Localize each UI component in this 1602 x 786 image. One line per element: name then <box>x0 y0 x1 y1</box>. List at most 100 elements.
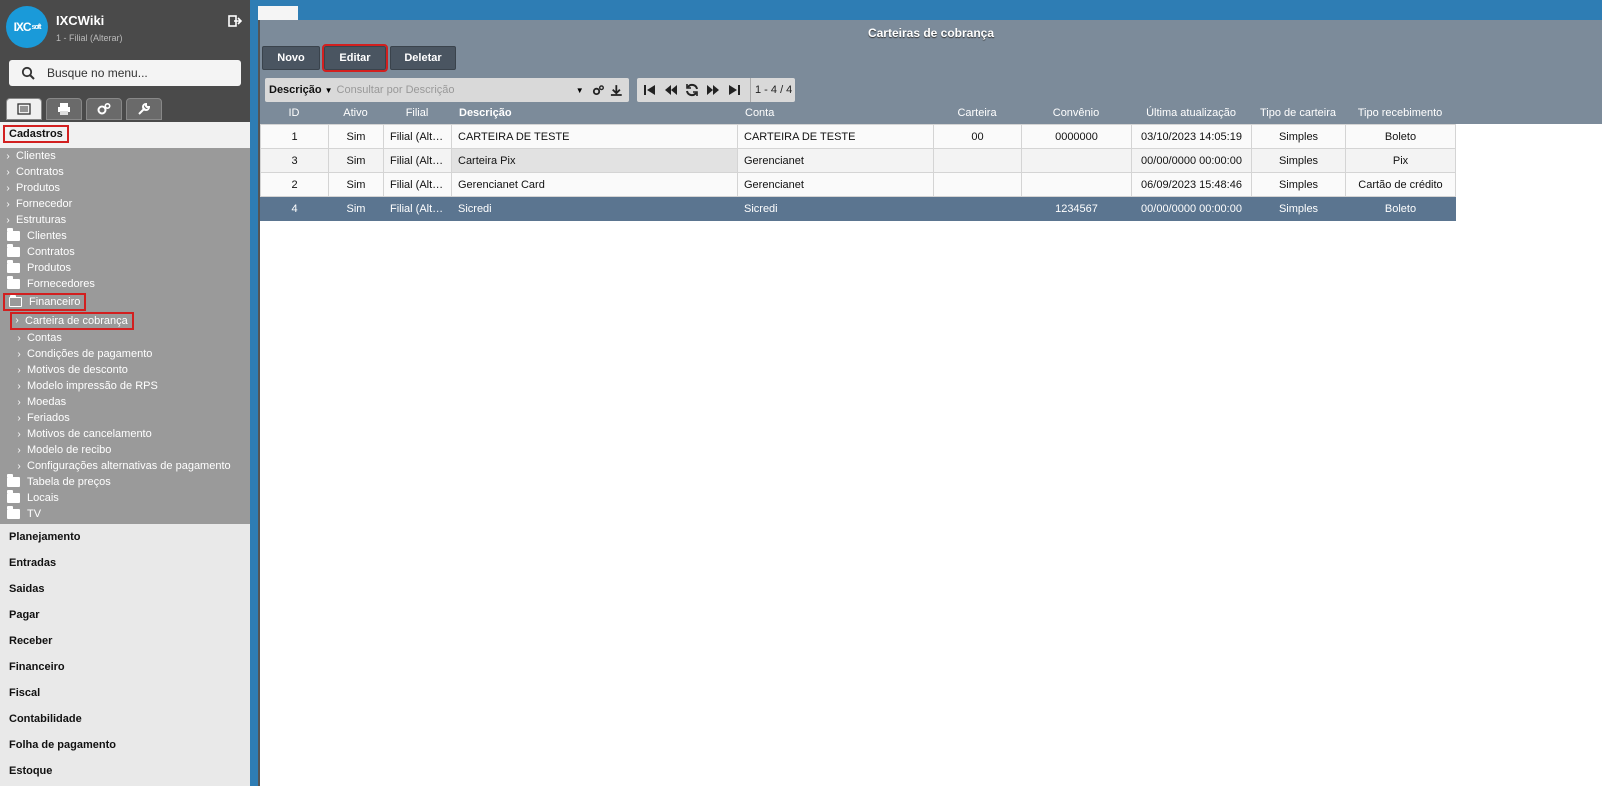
table-cell: Carteira Pix <box>451 148 738 173</box>
menu-item-label: Modelo impressão de RPS <box>27 380 158 392</box>
cadastros-title[interactable]: Cadastros <box>0 122 250 148</box>
folder-icon <box>7 474 20 487</box>
menu-section[interactable]: Saidas <box>0 576 250 602</box>
search-input[interactable]: Consultar por Descrição <box>337 84 576 96</box>
table-cell: Simples <box>1251 124 1346 149</box>
chevron-right-icon: › <box>17 380 21 392</box>
table-cell: Simples <box>1251 196 1346 221</box>
menu-item[interactable]: › Motivos de cancelamento <box>0 426 250 442</box>
menu-item[interactable]: › Feriados <box>0 410 250 426</box>
app-root: IXC soft IXCWiki 1 - Filial (Alterar) Bus… <box>0 0 1602 786</box>
table-row[interactable]: 2 Sim Filial (Alterar) Gerencianet Card Gere… <box>260 172 1456 197</box>
last-page-icon[interactable] <box>727 83 741 97</box>
table-row[interactable]: 3 Sim Filial (Alterar) Carteira Pix Gerencia… <box>260 148 1456 173</box>
column-header[interactable]: Conta <box>737 102 933 124</box>
next-page-icon[interactable] <box>706 83 720 97</box>
menu-section[interactable]: Receber <box>0 628 250 654</box>
column-header[interactable]: Convênio <box>1021 102 1131 124</box>
menu-item-label: TV <box>27 508 42 520</box>
menu-item[interactable]: Clientes <box>0 228 250 244</box>
menu-item[interactable]: › Motivos de desconto <box>0 362 250 378</box>
folder-icon <box>7 506 20 519</box>
table-cell: Sim <box>328 148 384 173</box>
tab-print[interactable] <box>46 98 82 120</box>
column-header[interactable]: Descrição <box>451 102 737 124</box>
table-cell: Sicredi <box>451 196 738 221</box>
menu-item[interactable]: Tabela de preços <box>0 474 250 490</box>
delete-button[interactable]: Deletar <box>390 46 456 70</box>
menu-item-label: Produtos <box>16 182 61 194</box>
menu-item[interactable]: Contratos <box>0 244 250 260</box>
menu-item[interactable]: › Modelo impressão de RPS <box>0 378 250 394</box>
advanced-search-icon[interactable] <box>592 84 605 97</box>
column-header[interactable]: Filial <box>383 102 451 124</box>
table-cell: Filial (Alterar) <box>383 172 452 197</box>
tab-tools[interactable] <box>126 98 162 120</box>
refresh-icon[interactable] <box>685 83 699 97</box>
menu-item[interactable]: Produtos <box>0 260 250 276</box>
menu-section[interactable]: Folha de pagamento <box>0 732 250 758</box>
download-icon[interactable] <box>610 84 623 97</box>
table-cell <box>933 196 1022 221</box>
menu-item[interactable]: › Modelo de recibo <box>0 442 250 458</box>
menu-item[interactable]: › Clientes <box>0 148 250 164</box>
table-row[interactable]: 1 Sim Filial (Alterar) CARTEIRA DE TESTE CAR… <box>260 124 1456 149</box>
new-button[interactable]: Novo <box>262 46 320 70</box>
tab-thumbnail[interactable] <box>258 6 298 20</box>
menu-item[interactable]: › Carteira de cobrança <box>0 311 250 330</box>
menu-item[interactable]: › Contas <box>0 330 250 346</box>
table-cell: 0000000 <box>1021 124 1132 149</box>
menu-item[interactable]: Locais <box>0 490 250 506</box>
menu-item[interactable]: Fornecedores <box>0 276 250 292</box>
menu-item-label: Modelo de recibo <box>27 444 112 456</box>
table-row[interactable]: 4 Sim Filial (Alterar) Sicredi Sicredi 123456… <box>260 196 1456 221</box>
menu-item[interactable]: › Configurações alternativas de pagamento <box>0 458 250 474</box>
menu-item[interactable]: › Produtos <box>0 180 250 196</box>
menu-section[interactable]: Fiscal <box>0 680 250 706</box>
table-cell: Gerencianet Card <box>451 172 738 197</box>
menu-item[interactable]: TV <box>0 506 250 522</box>
menu-item[interactable]: › Fornecedor <box>0 196 250 212</box>
caret-down-icon: ▼ <box>324 85 333 95</box>
column-header[interactable]: ID <box>260 102 328 124</box>
table-cell: 3 <box>260 148 329 173</box>
menu-search-input[interactable]: Busque no menu... <box>9 60 241 86</box>
edit-button[interactable]: Editar <box>322 44 388 72</box>
prev-page-icon[interactable] <box>664 83 678 97</box>
table-cell: Cartão de crédito <box>1345 172 1456 197</box>
chevron-right-icon: › <box>17 348 21 360</box>
column-header[interactable]: Tipo de carteira <box>1251 102 1345 124</box>
menu-item[interactable]: › Estruturas <box>0 212 250 228</box>
tab-cadastros[interactable] <box>6 98 42 120</box>
menu-item-label: Fornecedor <box>16 198 73 210</box>
branch-selector[interactable]: 1 - Filial (Alterar) <box>56 33 123 43</box>
menu-section[interactable]: Entradas <box>0 550 250 576</box>
menu-section[interactable]: Pagar <box>0 602 250 628</box>
menu-section[interactable]: Financeiro <box>0 654 250 680</box>
menu-item[interactable]: Financeiro <box>0 292 250 311</box>
menu-item[interactable]: › Condições de pagamento <box>0 346 250 362</box>
logo[interactable]: IXC soft <box>6 6 48 48</box>
chevron-right-icon: › <box>17 444 21 456</box>
column-header[interactable]: Tipo recebimento <box>1345 102 1455 124</box>
column-header[interactable]: Última atualização <box>1131 102 1251 124</box>
main-window: Carteiras de cobrança Novo Editar Deleta… <box>258 20 1602 786</box>
menu-item[interactable]: › Moedas <box>0 394 250 410</box>
logout-icon[interactable] <box>228 14 243 28</box>
wrench-icon <box>138 102 151 115</box>
tab-settings[interactable] <box>86 98 122 120</box>
menu-section[interactable]: Planejamento <box>0 524 250 550</box>
table-cell: Simples <box>1251 172 1346 197</box>
column-header[interactable]: Ativo <box>328 102 383 124</box>
data-table: 1 Sim Filial (Alterar) CARTEIRA DE TESTE CAR… <box>260 124 1456 221</box>
first-page-icon[interactable] <box>643 83 657 97</box>
table-cell: Filial (Alterar) <box>383 196 452 221</box>
menu-section[interactable]: Contabilidade <box>0 706 250 732</box>
menu-section[interactable]: Estoque <box>0 758 250 784</box>
printer-icon <box>58 103 70 115</box>
filter-field-select[interactable]: Descrição <box>269 84 322 96</box>
column-header[interactable]: Carteira <box>933 102 1021 124</box>
menu-item[interactable]: › Contratos <box>0 164 250 180</box>
chevron-right-icon: › <box>6 198 10 210</box>
dropdown-icon[interactable]: ▼ <box>576 86 584 95</box>
